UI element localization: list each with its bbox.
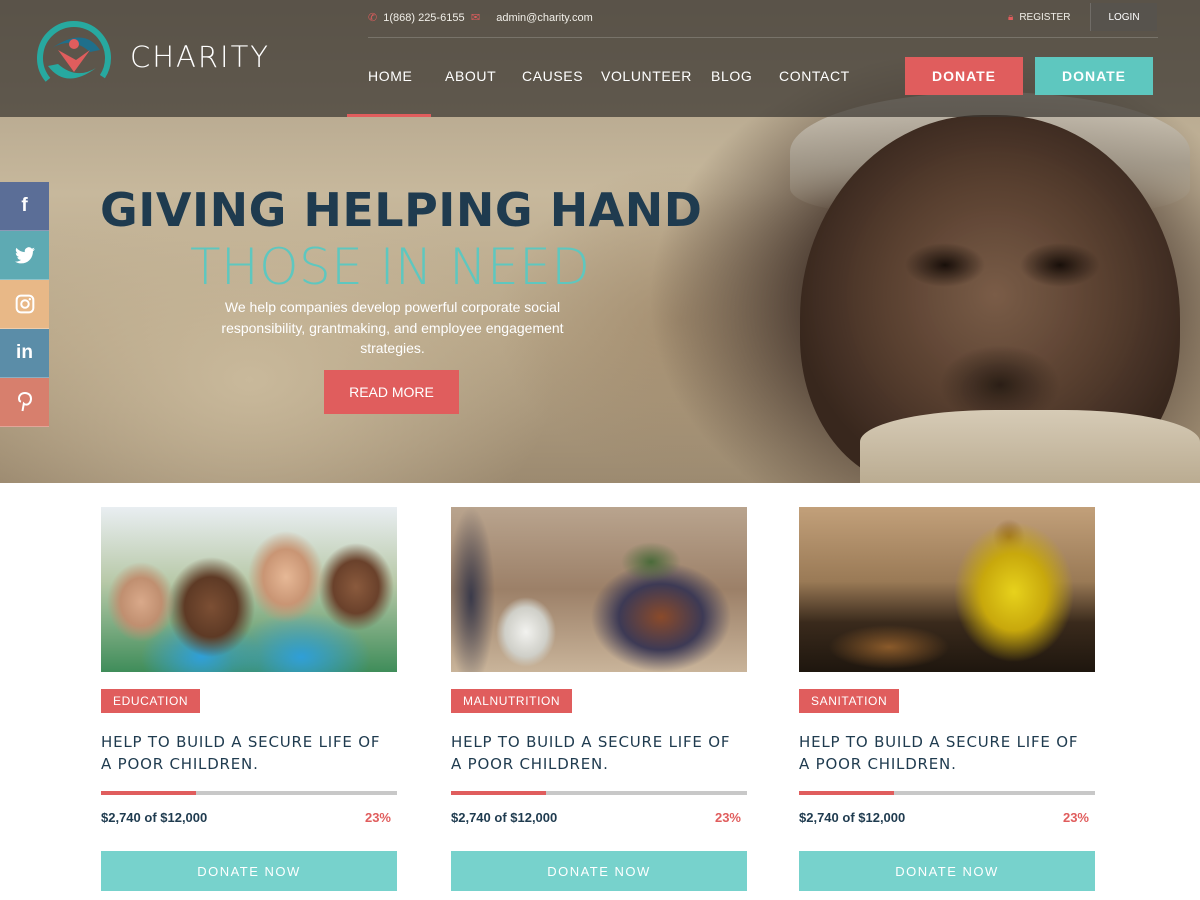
phone-icon: ✆ (368, 12, 378, 24)
email-contact[interactable]: ✉ admin@charity.com (471, 11, 593, 25)
raised-amount: $2,740 of $12,000 (101, 810, 208, 825)
nav-causes[interactable]: CAUSES (522, 68, 601, 84)
hero-title: GIVING HELPING HAND (100, 183, 703, 237)
nav-contact[interactable]: CONTACT (779, 68, 859, 84)
main-nav: HOME ABOUT CAUSES VOLUNTEER BLOG CONTACT (368, 68, 859, 84)
raised-percent: 23% (1062, 810, 1089, 825)
donate-button-primary[interactable]: DONATE (905, 57, 1023, 95)
site-header: CHARITY ✆ 1(868) 225-6155 ✉ admin@charit… (0, 0, 1200, 117)
email-address: admin@charity.com (496, 11, 593, 24)
top-bar: ✆ 1(868) 225-6155 ✉ admin@charity.com 🔒︎… (368, 3, 1158, 38)
cause-title[interactable]: HELP TO BUILD A SECURE LIFE OF A POOR CH… (799, 731, 1079, 775)
donate-button-secondary[interactable]: DONATE (1035, 57, 1153, 95)
cause-card-sanitation: SANITATION HELP TO BUILD A SECURE LIFE O… (799, 507, 1095, 891)
hero-subtitle: THOSE IN NEED (190, 238, 591, 296)
nav-home[interactable]: HOME (368, 68, 445, 84)
donation-progress-bar (451, 791, 747, 795)
phone-contact[interactable]: ✆ 1(868) 225-6155 (368, 11, 465, 25)
donation-progress-bar (101, 791, 397, 795)
cause-tag[interactable]: MALNUTRITION (451, 689, 573, 713)
cause-image-volunteers[interactable] (101, 507, 397, 672)
donate-now-button[interactable]: DONATE NOW (799, 851, 1095, 891)
cause-tag[interactable]: SANITATION (799, 689, 900, 713)
donate-now-button[interactable]: DONATE NOW (451, 851, 747, 891)
donate-now-button[interactable]: DONATE NOW (101, 851, 397, 891)
raised-percent: 23% (364, 810, 391, 825)
cause-card-education: EDUCATION HELP TO BUILD A SECURE LIFE OF… (101, 507, 397, 891)
register-label: REGISTER (1019, 12, 1071, 23)
cause-image-sanitation[interactable] (799, 507, 1095, 672)
nav-blog[interactable]: BLOG (711, 68, 779, 84)
raised-row: $2,740 of $12,000 23% (451, 810, 741, 825)
read-more-button[interactable]: READ MORE (324, 370, 459, 414)
donation-progress-bar (799, 791, 1095, 795)
raised-row: $2,740 of $12,000 23% (799, 810, 1089, 825)
linkedin-icon[interactable]: in (0, 329, 49, 378)
hero-photo-shirt (860, 410, 1200, 483)
login-button[interactable]: LOGIN (1090, 3, 1157, 31)
donation-progress-fill (451, 791, 546, 795)
cause-title[interactable]: HELP TO BUILD A SECURE LIFE OF A POOR CH… (101, 731, 381, 775)
donation-progress-fill (799, 791, 894, 795)
pinterest-icon[interactable] (0, 378, 49, 427)
mail-icon: ✉ (471, 12, 481, 24)
register-link[interactable]: 🔒︎ REGISTER (1008, 12, 1070, 23)
donation-progress-fill (101, 791, 196, 795)
social-sidebar: f in (0, 182, 49, 427)
instagram-icon[interactable] (0, 280, 49, 329)
raised-row: $2,740 of $12,000 23% (101, 810, 391, 825)
cause-card-malnutrition: MALNUTRITION HELP TO BUILD A SECURE LIFE… (451, 507, 747, 891)
lock-icon: 🔒︎ (1008, 12, 1014, 23)
cause-tag[interactable]: EDUCATION (101, 689, 201, 713)
raised-amount: $2,740 of $12,000 (451, 810, 558, 825)
hero-description: We help companies develop powerful corpo… (221, 299, 564, 356)
nav-volunteer[interactable]: VOLUNTEER (601, 68, 711, 84)
raised-amount: $2,740 of $12,000 (799, 810, 906, 825)
charity-logo-icon[interactable] (36, 20, 112, 96)
cause-image-malnutrition[interactable] (451, 507, 747, 672)
cause-title[interactable]: HELP TO BUILD A SECURE LIFE OF A POOR CH… (451, 731, 731, 775)
phone-number: 1(868) 225-6155 (383, 11, 465, 24)
nav-active-indicator (347, 114, 431, 117)
facebook-icon[interactable]: f (0, 182, 49, 231)
brand-name[interactable]: CHARITY (130, 40, 270, 74)
twitter-icon[interactable] (0, 231, 49, 280)
raised-percent: 23% (714, 810, 741, 825)
nav-about[interactable]: ABOUT (445, 68, 522, 84)
